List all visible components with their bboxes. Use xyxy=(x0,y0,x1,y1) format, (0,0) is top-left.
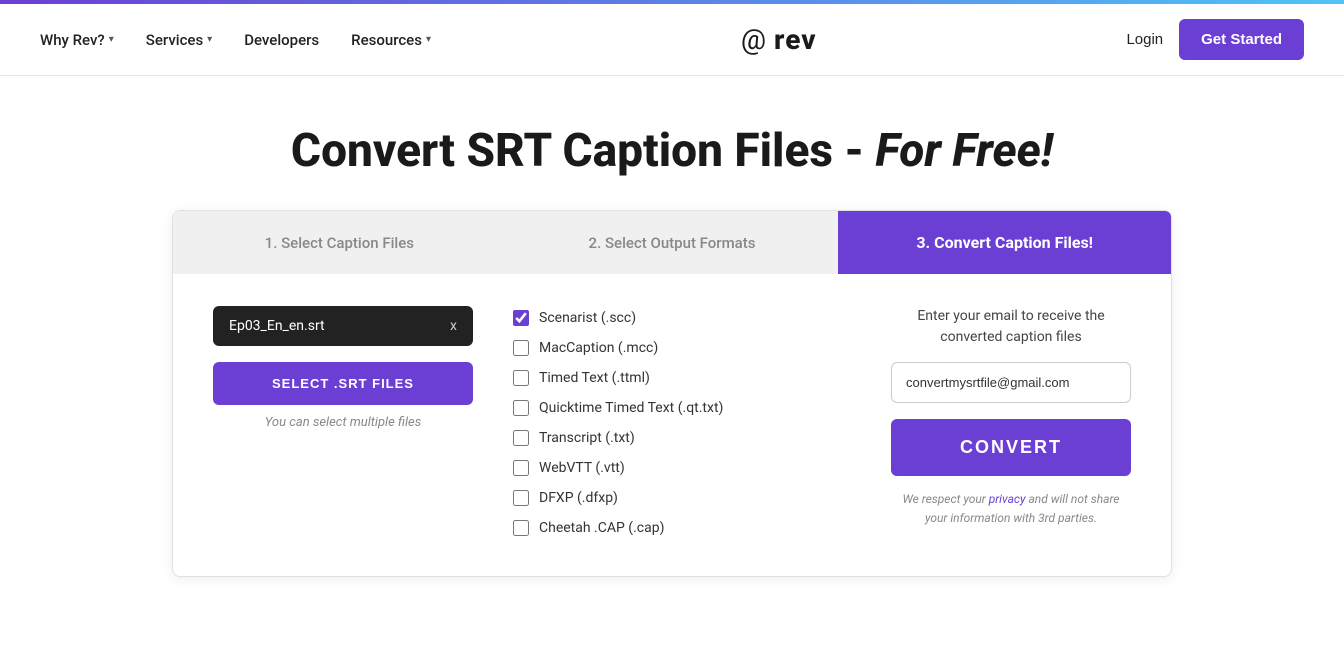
format-list: Scenarist (.scc) MacCaption (.mcc) Timed T… xyxy=(513,310,851,536)
navbar: Why Rev? ▾ Services ▾ Developers Resourc… xyxy=(0,4,1344,76)
format-checkbox-webvtt[interactable] xyxy=(513,460,529,476)
email-input[interactable] xyxy=(891,362,1131,403)
format-item: Transcript (.txt) xyxy=(513,430,851,446)
format-label-timedtext[interactable]: Timed Text (.ttml) xyxy=(539,370,650,386)
login-button[interactable]: Login xyxy=(1126,31,1163,48)
steps-bar: 1. Select Caption Files 2. Select Output… xyxy=(173,211,1171,274)
privacy-note: We respect your privacy and will not sha… xyxy=(891,490,1131,528)
logo[interactable]: @ rev xyxy=(741,23,817,56)
format-item: Quicktime Timed Text (.qt.txt) xyxy=(513,400,851,416)
format-checkbox-dfxp[interactable] xyxy=(513,490,529,506)
select-srt-files-button[interactable]: SELECT .SRT FILES xyxy=(213,362,473,405)
format-checkbox-scenarist[interactable] xyxy=(513,310,529,326)
email-hint: Enter your email to receive the converte… xyxy=(891,306,1131,348)
format-checkbox-cheetah[interactable] xyxy=(513,520,529,536)
step-2: 2. Select Output Formats xyxy=(506,211,839,274)
step-1: 1. Select Caption Files xyxy=(173,211,506,274)
remove-file-button[interactable]: x xyxy=(450,318,457,334)
format-item: MacCaption (.mcc) xyxy=(513,340,851,356)
nav-left: Why Rev? ▾ Services ▾ Developers Resourc… xyxy=(40,31,431,49)
content-area: Ep03_En_en.srt x SELECT .SRT FILES You c… xyxy=(173,306,1171,536)
multi-file-hint: You can select multiple files xyxy=(213,415,473,430)
nav-right: Login Get Started xyxy=(1126,19,1304,60)
right-column: Enter your email to receive the converte… xyxy=(891,306,1131,536)
get-started-button[interactable]: Get Started xyxy=(1179,19,1304,60)
format-checkbox-maccaption[interactable] xyxy=(513,340,529,356)
format-label-dfxp[interactable]: DFXP (.dfxp) xyxy=(539,490,618,506)
privacy-link[interactable]: privacy xyxy=(989,492,1026,506)
hero-section: Convert SRT Caption Files - For Free! xyxy=(0,76,1344,210)
format-item: DFXP (.dfxp) xyxy=(513,490,851,506)
hero-title: Convert SRT Caption Files - For Free! xyxy=(20,124,1324,178)
format-checkbox-quicktime[interactable] xyxy=(513,400,529,416)
left-column: Ep03_En_en.srt x SELECT .SRT FILES You c… xyxy=(213,306,473,536)
format-checkbox-transcript[interactable] xyxy=(513,430,529,446)
convert-button[interactable]: CONVERT xyxy=(891,419,1131,476)
chevron-down-icon: ▾ xyxy=(426,34,431,45)
format-label-webvtt[interactable]: WebVTT (.vtt) xyxy=(539,460,625,476)
logo-icon: @ xyxy=(741,23,766,56)
nav-resources[interactable]: Resources ▾ xyxy=(351,31,431,49)
chevron-down-icon: ▾ xyxy=(207,34,212,45)
format-label-scenarist[interactable]: Scenarist (.scc) xyxy=(539,310,636,326)
step-3: 3. Convert Caption Files! xyxy=(838,211,1171,274)
format-item: Scenarist (.scc) xyxy=(513,310,851,326)
logo-text: rev xyxy=(774,23,817,56)
format-checkbox-timedtext[interactable] xyxy=(513,370,529,386)
formats-column: Scenarist (.scc) MacCaption (.mcc) Timed T… xyxy=(513,306,851,536)
format-label-maccaption[interactable]: MacCaption (.mcc) xyxy=(539,340,658,356)
nav-developers[interactable]: Developers xyxy=(244,31,319,49)
format-item: WebVTT (.vtt) xyxy=(513,460,851,476)
chevron-down-icon: ▾ xyxy=(109,34,114,45)
nav-why-rev[interactable]: Why Rev? ▾ xyxy=(40,31,114,49)
file-name: Ep03_En_en.srt xyxy=(229,318,325,334)
format-item: Timed Text (.ttml) xyxy=(513,370,851,386)
nav-services[interactable]: Services ▾ xyxy=(146,31,212,49)
format-label-transcript[interactable]: Transcript (.txt) xyxy=(539,430,635,446)
file-chip: Ep03_En_en.srt x xyxy=(213,306,473,346)
format-label-quicktime[interactable]: Quicktime Timed Text (.qt.txt) xyxy=(539,400,723,416)
format-item: Cheetah .CAP (.cap) xyxy=(513,520,851,536)
main-card: 1. Select Caption Files 2. Select Output… xyxy=(172,210,1172,577)
format-label-cheetah[interactable]: Cheetah .CAP (.cap) xyxy=(539,520,664,536)
